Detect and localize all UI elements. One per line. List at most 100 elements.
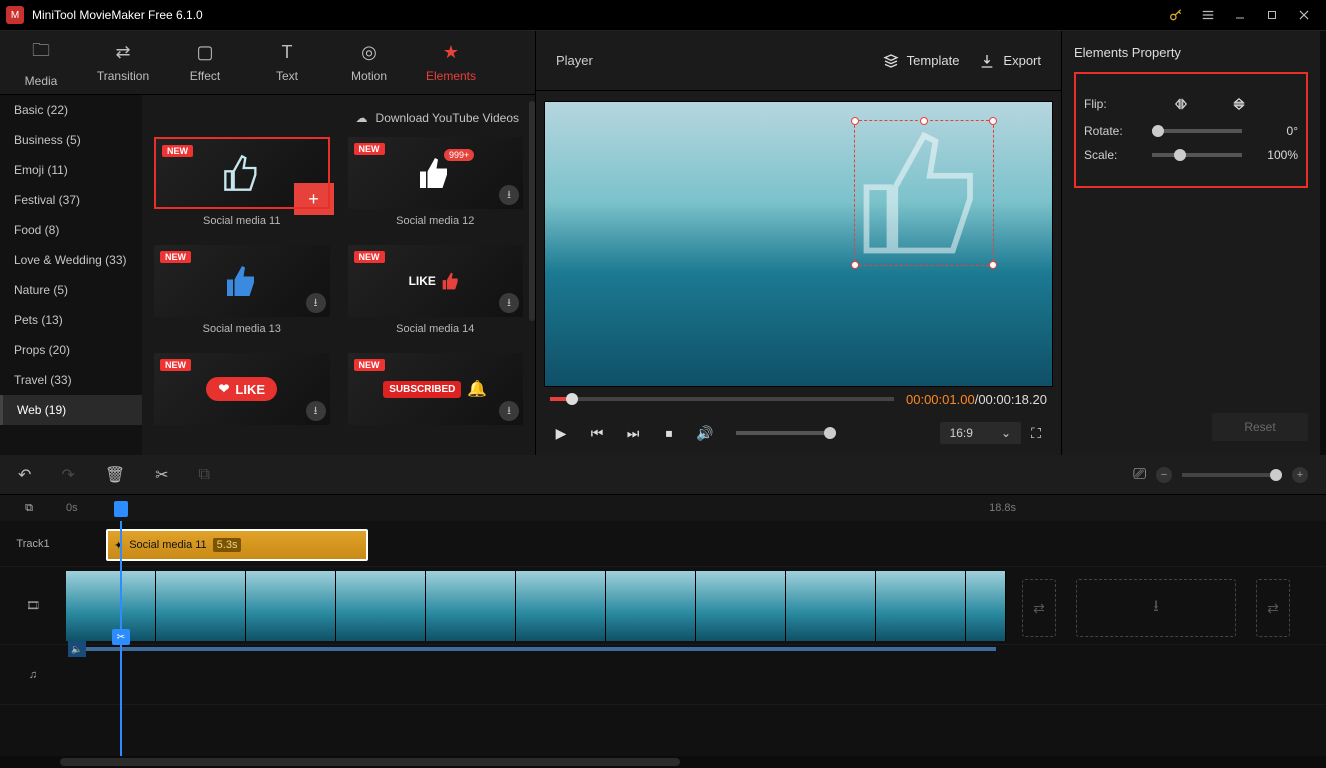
- title-bar: M MiniTool MovieMaker Free 6.1.0: [0, 0, 1326, 30]
- folder-icon: 🗀: [32, 38, 50, 68]
- asset-card-16[interactable]: NEW SUBSCRIBED 🔔 ⭳: [348, 353, 524, 425]
- zoom-slider[interactable]: [1182, 473, 1282, 477]
- redo-button[interactable]: ↷: [61, 465, 74, 485]
- download-youtube-link[interactable]: ☁ Download YouTube Videos: [154, 105, 523, 137]
- export-button[interactable]: Export: [979, 53, 1041, 69]
- cat-pets[interactable]: Pets (13): [0, 305, 142, 335]
- play-button[interactable]: ▶: [552, 425, 570, 442]
- track-row-elements[interactable]: Track1 ✦ Social media 11 5.3s: [0, 521, 1326, 567]
- activate-key-icon[interactable]: [1160, 2, 1192, 28]
- element-clip[interactable]: ✦ Social media 11 5.3s: [106, 529, 368, 561]
- rotate-handle[interactable]: [920, 117, 928, 125]
- preview-canvas[interactable]: [544, 101, 1053, 387]
- asset-card-12[interactable]: NEW 999+ ⭳ Social media 12: [348, 137, 524, 227]
- like-text: LIKE: [409, 274, 436, 288]
- clip-duration: 5.3s: [213, 538, 242, 552]
- video-clip[interactable]: [66, 571, 1006, 641]
- zoom-in-button[interactable]: +: [1292, 467, 1308, 483]
- asset-thumb[interactable]: NEW LIKE ⭳: [348, 245, 524, 317]
- close-button[interactable]: [1288, 2, 1320, 28]
- asset-card-13[interactable]: NEW ⭳ Social media 13: [154, 245, 330, 335]
- resize-handle[interactable]: [989, 261, 997, 269]
- flip-vertical-button[interactable]: [1226, 94, 1252, 114]
- split-playhead-icon[interactable]: ✂: [112, 629, 130, 645]
- tab-elements[interactable]: ★Elements: [410, 33, 492, 93]
- cat-love[interactable]: Love & Wedding (33): [0, 245, 142, 275]
- fullscreen-button[interactable]: ⛶: [1027, 425, 1045, 442]
- audio-waveform[interactable]: [86, 647, 996, 651]
- prev-frame-button[interactable]: ⏮: [588, 425, 606, 442]
- reset-button[interactable]: Reset: [1212, 413, 1308, 441]
- stop-button[interactable]: ⏹: [660, 425, 678, 442]
- tab-motion[interactable]: ◎Motion: [328, 33, 410, 93]
- asset-card-11[interactable]: NEW + Social media 11: [154, 137, 330, 227]
- volume-slider[interactable]: [736, 431, 836, 435]
- cat-food[interactable]: Food (8): [0, 215, 142, 245]
- timeline-tracks[interactable]: ✂ Track1 ✦ Social media 11 5.3s 🎞 🔈 ⇄ ⭳ …: [0, 521, 1326, 756]
- cat-business[interactable]: Business (5): [0, 125, 142, 155]
- tab-transition[interactable]: ⇄Transition: [82, 33, 164, 93]
- volume-icon[interactable]: 🔊: [696, 425, 714, 442]
- scale-slider[interactable]: [1152, 153, 1242, 157]
- cat-web[interactable]: Web (19): [0, 395, 142, 425]
- download-icon[interactable]: ⭳: [499, 185, 519, 205]
- asset-thumb[interactable]: NEW SUBSCRIBED 🔔 ⭳: [348, 353, 524, 425]
- player-title: Player: [556, 53, 593, 68]
- category-list[interactable]: Basic (22) Business (5) Emoji (11) Festi…: [0, 95, 142, 455]
- properties-highlight: Flip: Rotate: 0° Scale: 100%: [1074, 72, 1308, 188]
- minimize-button[interactable]: [1224, 2, 1256, 28]
- as, set-thumb[interactable]: NEW 999+ ⭳: [348, 137, 524, 209]
- track-row-audio[interactable]: ♫: [0, 645, 1326, 705]
- tab-media[interactable]: 🗀Media: [0, 33, 82, 93]
- cat-festival[interactable]: Festival (37): [0, 185, 142, 215]
- tab-text[interactable]: TText: [246, 33, 328, 93]
- media-drop-slot[interactable]: ⭳: [1076, 579, 1236, 637]
- cat-travel[interactable]: Travel (33): [0, 365, 142, 395]
- menu-icon[interactable]: [1192, 2, 1224, 28]
- asset-card-14[interactable]: NEW LIKE ⭳ Social media 14: [348, 245, 524, 335]
- cat-props[interactable]: Props (20): [0, 335, 142, 365]
- cat-nature[interactable]: Nature (5): [0, 275, 142, 305]
- seek-track[interactable]: [550, 397, 894, 401]
- add-asset-button[interactable]: +: [296, 185, 332, 213]
- flip-horizontal-button[interactable]: [1168, 94, 1194, 114]
- resize-handle[interactable]: [989, 117, 997, 125]
- cat-basic[interactable]: Basic (22): [0, 95, 142, 125]
- download-icon[interactable]: ⭳: [306, 293, 326, 313]
- scale-value: 100%: [1258, 148, 1298, 162]
- asset-scrollbar[interactable]: [529, 101, 535, 321]
- add-media-button[interactable]: ⧉: [18, 499, 40, 517]
- aspect-ratio-select[interactable]: 16:9⌄: [940, 422, 1021, 444]
- star-icon: ★: [443, 42, 459, 63]
- rotate-slider[interactable]: [1152, 129, 1242, 133]
- download-icon[interactable]: ⭳: [499, 401, 519, 421]
- asset-thumb[interactable]: NEW ⭳: [154, 245, 330, 317]
- transition-slot[interactable]: ⇄: [1256, 579, 1290, 637]
- maximize-button[interactable]: [1256, 2, 1288, 28]
- element-selection-box[interactable]: [854, 120, 994, 266]
- undo-button[interactable]: ↶: [18, 465, 31, 485]
- asset-card-15[interactable]: NEW ❤ LIKE ⭳: [154, 353, 330, 425]
- main-tab-bar: 🗀Media ⇄Transition ▢Effect TText ◎Motion…: [0, 31, 535, 95]
- resize-handle[interactable]: [851, 261, 859, 269]
- crop-button[interactable]: ⧉: [199, 466, 210, 484]
- download-icon[interactable]: ⭳: [306, 401, 326, 421]
- delete-button[interactable]: 🗑: [105, 465, 125, 485]
- playhead[interactable]: ✂: [120, 521, 122, 756]
- download-icon[interactable]: ⭳: [499, 293, 519, 313]
- tab-effect[interactable]: ▢Effect: [164, 33, 246, 93]
- template-button[interactable]: Template: [883, 53, 960, 69]
- split-button[interactable]: ✂: [155, 465, 168, 485]
- transition-slot[interactable]: ⇄: [1022, 579, 1056, 637]
- seek-knob[interactable]: [566, 393, 578, 405]
- timeline-horizontal-scrollbar[interactable]: [0, 756, 1326, 768]
- resize-handle[interactable]: [851, 117, 859, 125]
- speaker-icon[interactable]: 🔈: [68, 641, 86, 657]
- timeline-ruler[interactable]: ⧉ 0s 18.8s: [0, 495, 1326, 521]
- asset-thumb[interactable]: NEW ❤ LIKE ⭳: [154, 353, 330, 425]
- next-frame-button[interactable]: ⏭: [624, 425, 642, 442]
- zoom-out-button[interactable]: −: [1156, 467, 1172, 483]
- fit-button[interactable]: ⎚: [1133, 466, 1146, 484]
- seek-bar[interactable]: 00:00:01.00 / 00:00:18.20: [544, 387, 1053, 411]
- cat-emoji[interactable]: Emoji (11): [0, 155, 142, 185]
